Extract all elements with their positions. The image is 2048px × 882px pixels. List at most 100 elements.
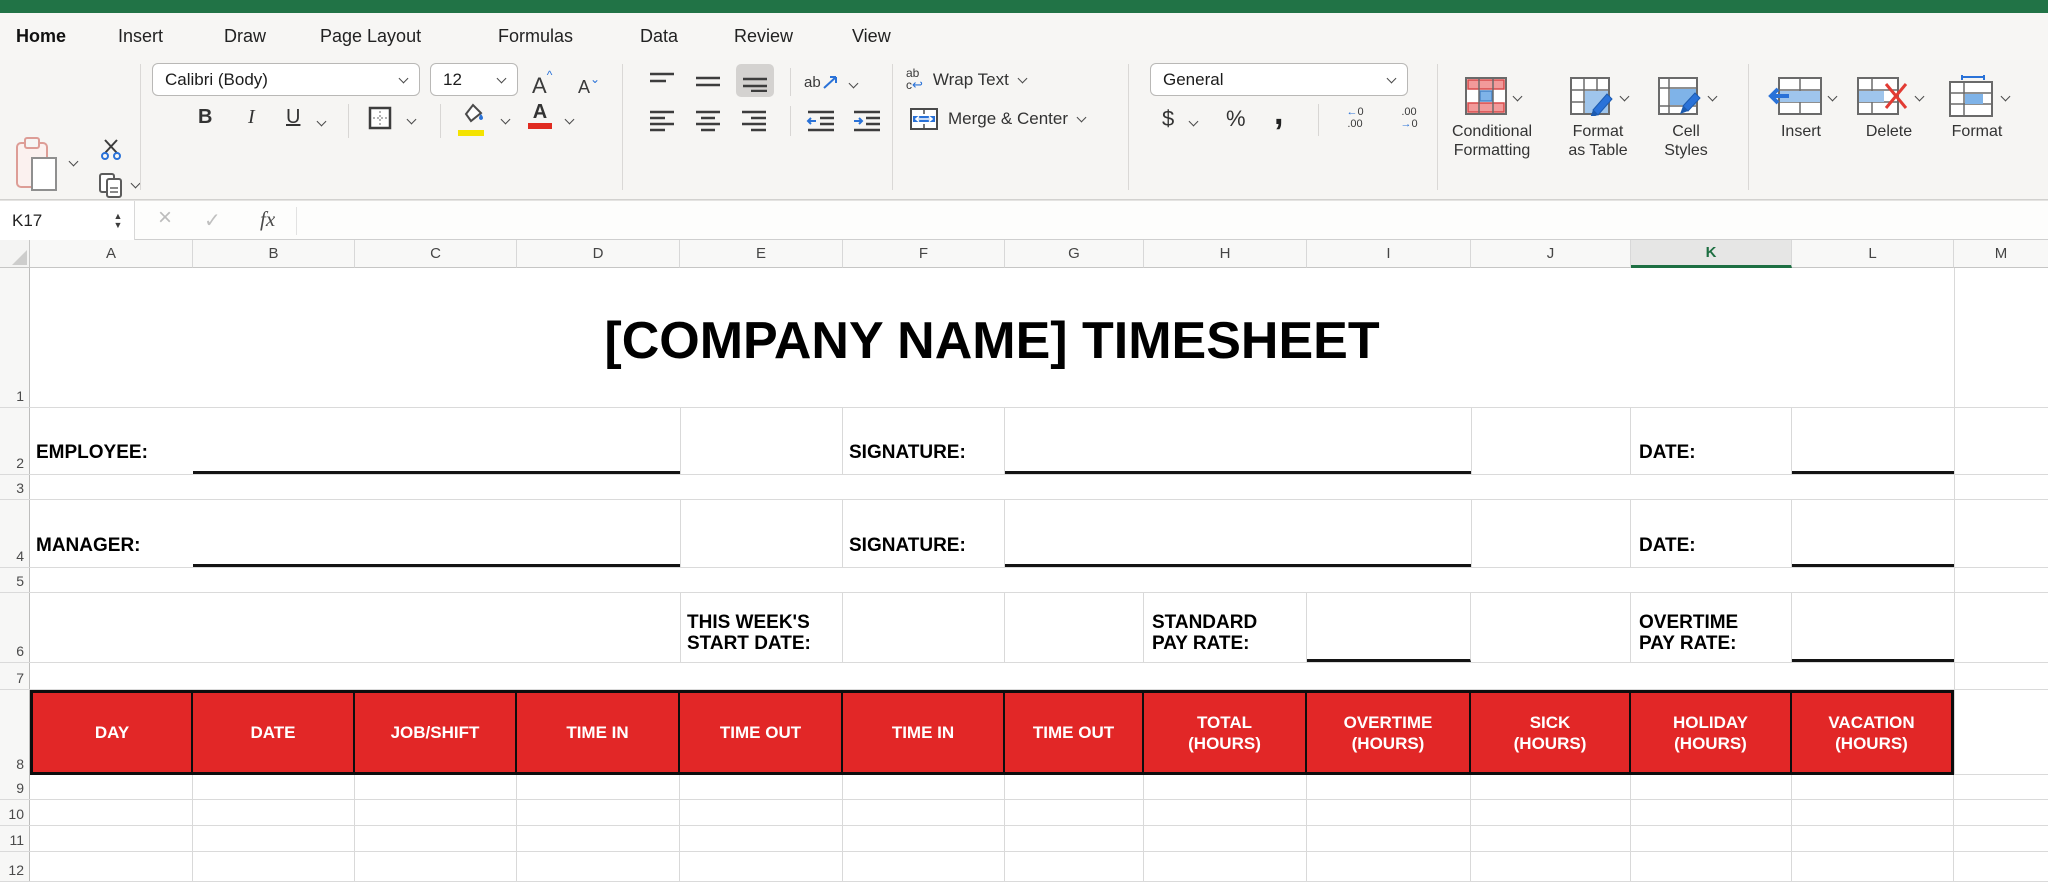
column-header-e[interactable]: E (680, 240, 843, 268)
cell[interactable] (680, 408, 843, 474)
cell[interactable] (1144, 852, 1307, 881)
cell[interactable] (1307, 775, 1471, 799)
cell[interactable] (30, 775, 193, 799)
row-header-6[interactable]: 6 (0, 593, 30, 662)
cell[interactable] (1144, 775, 1307, 799)
comma-style-button[interactable]: , (1274, 94, 1283, 133)
cell[interactable] (355, 852, 517, 881)
cell[interactable] (30, 826, 193, 851)
cell-title-a1[interactable]: [COMPANY NAME] TIMESHEET (30, 268, 1954, 407)
cancel-icon[interactable]: × (158, 204, 172, 232)
insert-function-icon[interactable]: fx (260, 207, 275, 232)
cell[interactable] (843, 800, 1005, 825)
cell[interactable] (193, 800, 355, 825)
cell[interactable] (680, 500, 843, 567)
cell[interactable] (193, 852, 355, 881)
header-cell-date[interactable]: DATE (193, 693, 355, 772)
percent-button[interactable]: % (1226, 106, 1246, 132)
row-header-5[interactable]: 5 (0, 568, 30, 592)
column-header-c[interactable]: C (355, 240, 517, 268)
date-line[interactable] (1792, 408, 1954, 474)
orientation-chevron[interactable] (848, 78, 859, 89)
underline-chevron[interactable] (316, 116, 327, 127)
cell[interactable] (517, 826, 680, 851)
align-right-button[interactable] (740, 108, 768, 139)
cell[interactable] (1471, 800, 1631, 825)
cell[interactable] (680, 775, 843, 799)
header-cell-time-out-1[interactable]: TIME OUT (680, 693, 843, 772)
row-header-12[interactable]: 12 (0, 852, 30, 881)
cell[interactable] (30, 568, 1954, 592)
column-header-m[interactable]: M (1954, 240, 2048, 268)
column-header-g[interactable]: G (1005, 240, 1144, 268)
date-line[interactable] (1792, 500, 1954, 567)
row-header-7[interactable]: 7 (0, 663, 30, 689)
signature-line[interactable] (1005, 500, 1471, 567)
column-header-h[interactable]: H (1144, 240, 1307, 268)
font-name-select[interactable]: Calibri (Body) (152, 63, 420, 96)
cell[interactable] (1954, 568, 2048, 592)
cell[interactable] (1005, 593, 1144, 662)
format-cells-button[interactable]: Format (1934, 70, 2020, 141)
cell-employee-label[interactable]: EMPLOYEE: (30, 408, 193, 474)
cell[interactable] (517, 775, 680, 799)
enter-icon[interactable]: ✓ (204, 208, 221, 233)
formula-input[interactable] (300, 201, 2048, 240)
column-header-d[interactable]: D (517, 240, 680, 268)
cell[interactable] (1471, 775, 1631, 799)
spinner-down-icon[interactable]: ▼ (114, 221, 123, 230)
row-header-1[interactable]: 1 (0, 268, 30, 407)
number-format-select[interactable]: General (1150, 63, 1408, 96)
cell[interactable] (1954, 775, 2048, 799)
cell[interactable] (30, 475, 1954, 499)
row-header-4[interactable]: 4 (0, 500, 30, 567)
tab-draw[interactable]: Draw (224, 13, 266, 60)
cell[interactable] (1954, 690, 2048, 775)
bold-button[interactable]: B (198, 106, 212, 129)
cell-date-label[interactable]: DATE: (1631, 408, 1792, 474)
cell[interactable] (1631, 852, 1792, 881)
copy-icon[interactable] (98, 172, 124, 203)
cell[interactable] (1792, 800, 1954, 825)
underline-button[interactable]: U (286, 106, 300, 129)
name-box-spinner[interactable]: ▲ ▼ (108, 205, 128, 237)
cell[interactable] (1792, 826, 1954, 851)
cell[interactable] (1471, 826, 1631, 851)
tab-formulas[interactable]: Formulas (498, 13, 573, 60)
header-cell-day[interactable]: DAY (33, 693, 193, 772)
cell[interactable] (1005, 775, 1144, 799)
tab-insert[interactable]: Insert (118, 13, 163, 60)
cell[interactable] (30, 593, 193, 662)
tab-home[interactable]: Home (16, 13, 66, 60)
cell[interactable] (1307, 800, 1471, 825)
column-header-a[interactable]: A (30, 240, 193, 268)
cell-week-start-label[interactable]: THIS WEEK'S START DATE: (680, 593, 843, 662)
decrease-indent-button[interactable] (806, 108, 836, 139)
borders-button[interactable] (368, 106, 392, 135)
increase-indent-button[interactable] (852, 108, 882, 139)
cell[interactable] (1471, 408, 1631, 474)
paste-dropdown-chevron[interactable] (68, 156, 79, 167)
decrease-font-size-button[interactable]: A⌄ (578, 72, 600, 98)
cell[interactable] (355, 775, 517, 799)
tab-review[interactable]: Review (734, 13, 793, 60)
name-box[interactable]: K17 ▲ ▼ (0, 201, 135, 240)
cell[interactable] (1954, 408, 2048, 474)
cell[interactable] (1307, 852, 1471, 881)
increase-font-size-button[interactable]: A^ (532, 68, 552, 99)
cell[interactable] (1005, 826, 1144, 851)
cell[interactable] (1144, 800, 1307, 825)
cell[interactable] (1471, 852, 1631, 881)
align-top-button[interactable] (648, 70, 676, 97)
merge-center-button[interactable]: Merge & Center (910, 108, 1087, 130)
cell[interactable] (1954, 663, 2048, 689)
standard-rate-line[interactable] (1307, 593, 1471, 662)
cell[interactable] (517, 852, 680, 881)
cell[interactable] (1471, 500, 1631, 567)
cell[interactable] (680, 800, 843, 825)
align-middle-button[interactable] (694, 70, 722, 97)
borders-chevron[interactable] (406, 114, 417, 125)
cell[interactable] (1792, 852, 1954, 881)
column-header-l[interactable]: L (1792, 240, 1954, 268)
cell[interactable] (30, 800, 193, 825)
